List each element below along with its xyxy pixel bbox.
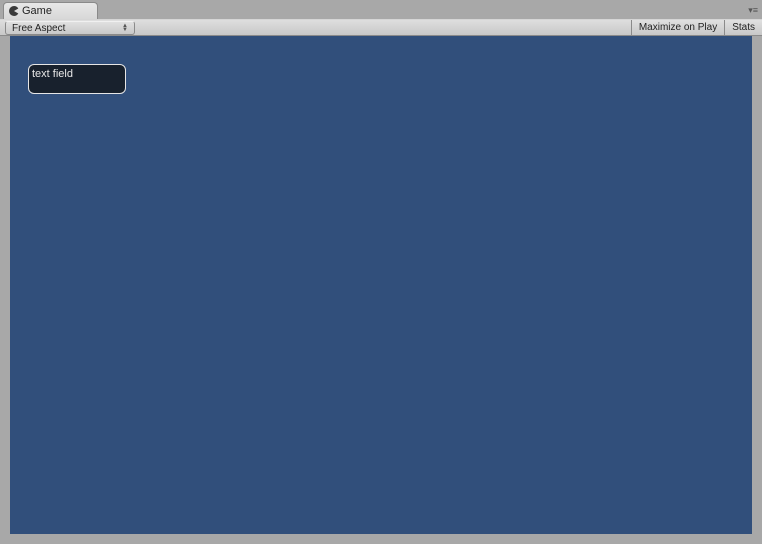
toolbar: Free Aspect ▲▼ Maximize on Play Stats <box>0 19 762 36</box>
aspect-dropdown[interactable]: Free Aspect ▲▼ <box>5 21 135 35</box>
dropdown-arrows-icon: ▲▼ <box>122 24 128 32</box>
stats-label: Stats <box>732 22 755 33</box>
tab-menu-icon[interactable]: ▾≡ <box>748 5 758 16</box>
pacman-icon <box>9 6 19 16</box>
maximize-label: Maximize on Play <box>639 22 717 33</box>
stats-button[interactable]: Stats <box>724 20 762 35</box>
toolbar-spacer <box>135 20 631 35</box>
aspect-dropdown-label: Free Aspect <box>12 23 65 34</box>
game-tab[interactable]: Game <box>3 2 98 19</box>
maximize-on-play-button[interactable]: Maximize on Play <box>631 20 724 35</box>
game-viewport: text field <box>10 36 752 534</box>
text-field-value: text field <box>32 68 73 80</box>
text-field[interactable]: text field <box>28 64 126 94</box>
tab-row: Game ▾≡ <box>0 0 762 19</box>
tab-label: Game <box>22 5 52 17</box>
